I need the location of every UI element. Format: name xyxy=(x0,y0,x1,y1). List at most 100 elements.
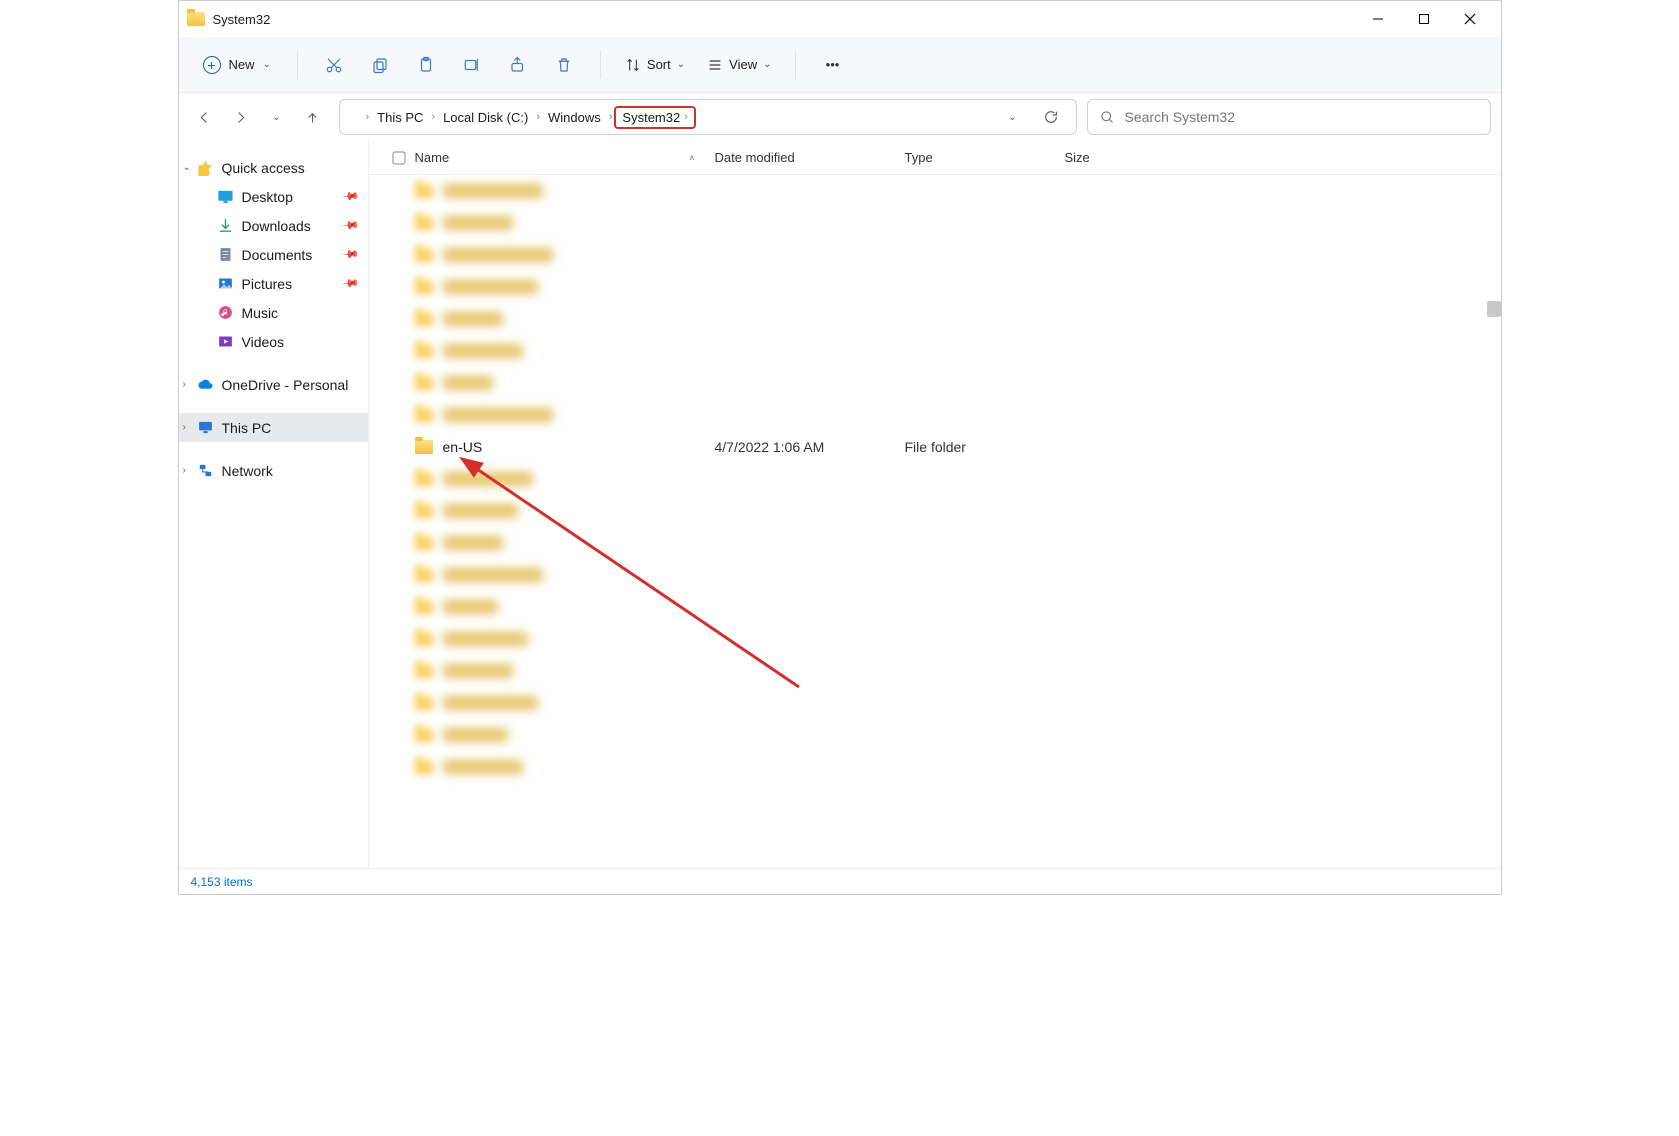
sidebar-item-music[interactable]: Music xyxy=(179,298,368,327)
address-folder-icon xyxy=(348,111,364,123)
rename-button[interactable] xyxy=(452,47,492,83)
column-size[interactable]: Size xyxy=(1065,150,1185,165)
download-icon xyxy=(217,217,234,234)
chevron-right-icon: › xyxy=(183,379,186,390)
sidebar: ⌄ Quick access Desktop 📌 Downloads 📌 Doc… xyxy=(179,141,369,868)
sidebar-quick-access[interactable]: ⌄ Quick access xyxy=(179,153,368,182)
sidebar-item-videos[interactable]: Videos xyxy=(179,327,368,356)
delete-button[interactable] xyxy=(544,47,584,83)
pictures-icon xyxy=(217,275,234,292)
column-name[interactable]: Name ˄ xyxy=(415,150,715,165)
blurred-row xyxy=(369,239,1501,271)
crumb-system32-highlighted[interactable]: System32 › xyxy=(614,106,695,129)
plus-icon: + xyxy=(203,56,221,74)
status-bar: 4,153 items xyxy=(179,868,1501,894)
blurred-row xyxy=(369,687,1501,719)
sidebar-item-documents[interactable]: Documents 📌 xyxy=(179,240,368,269)
recent-button[interactable]: ⌄ xyxy=(261,101,293,133)
blurred-row xyxy=(369,719,1501,751)
chevron-right-icon: › xyxy=(183,422,186,433)
copy-button[interactable] xyxy=(360,47,400,83)
column-label: Name xyxy=(415,150,450,165)
sidebar-item-downloads[interactable]: Downloads 📌 xyxy=(179,211,368,240)
sort-icon xyxy=(625,57,641,73)
crumb-separator: › xyxy=(536,111,540,123)
crumb-separator: › xyxy=(431,111,435,123)
crumb-label: Local Disk (C:) xyxy=(443,110,528,125)
forward-button[interactable] xyxy=(225,101,257,133)
view-button[interactable]: View ⌄ xyxy=(699,51,779,79)
blurred-row xyxy=(369,207,1501,239)
crumb-windows[interactable]: Windows xyxy=(542,106,607,129)
chevron-down-icon: ⌄ xyxy=(183,162,191,173)
sort-button[interactable]: Sort ⌄ xyxy=(617,51,693,79)
new-label: New xyxy=(229,57,255,72)
explorer-window: System32 + New ⌄ Sort xyxy=(178,0,1502,895)
blurred-row xyxy=(369,591,1501,623)
blurred-row xyxy=(369,623,1501,655)
sort-label: Sort xyxy=(647,57,671,72)
search-box[interactable] xyxy=(1087,99,1491,135)
blurred-row xyxy=(369,527,1501,559)
star-icon xyxy=(197,159,214,176)
blurred-row xyxy=(369,655,1501,687)
cloud-icon xyxy=(197,376,214,393)
chevron-down-icon: ⌄ xyxy=(677,59,685,70)
maximize-button[interactable] xyxy=(1401,3,1447,35)
sidebar-item-label: OneDrive - Personal xyxy=(222,377,349,393)
blurred-row xyxy=(369,463,1501,495)
sidebar-item-desktop[interactable]: Desktop 📌 xyxy=(179,182,368,211)
status-item-count: 4,153 items xyxy=(191,875,253,889)
close-button[interactable] xyxy=(1447,3,1493,35)
cut-button[interactable] xyxy=(314,47,354,83)
blurred-row xyxy=(369,335,1501,367)
pin-icon: 📌 xyxy=(341,216,360,235)
chevron-right-icon: › xyxy=(183,465,186,476)
file-row-en-us[interactable]: en-US 4/7/2022 1:06 AM File folder xyxy=(369,431,1501,463)
refresh-button[interactable] xyxy=(1034,102,1068,132)
nav-buttons: ⌄ xyxy=(189,101,329,133)
share-button[interactable] xyxy=(498,47,538,83)
crumb-this-pc[interactable]: This PC xyxy=(371,106,429,129)
window-title: System32 xyxy=(213,12,271,27)
chevron-down-icon: ⌄ xyxy=(263,59,271,70)
crumb-label: Windows xyxy=(548,110,601,125)
crumb-separator: › xyxy=(366,111,370,123)
column-date[interactable]: Date modified xyxy=(715,150,905,165)
select-all-checkbox[interactable] xyxy=(383,151,415,165)
back-button[interactable] xyxy=(189,101,221,133)
sidebar-item-pictures[interactable]: Pictures 📌 xyxy=(179,269,368,298)
minimize-button[interactable] xyxy=(1355,3,1401,35)
monitor-icon xyxy=(197,419,214,436)
search-input[interactable] xyxy=(1125,109,1478,125)
column-headers: Name ˄ Date modified Type Size xyxy=(369,141,1501,175)
scrollbar-thumb[interactable] xyxy=(1487,301,1501,317)
address-dropdown-button[interactable]: ⌄ xyxy=(996,102,1030,132)
up-button[interactable] xyxy=(297,101,329,133)
column-type[interactable]: Type xyxy=(905,150,1065,165)
sidebar-network[interactable]: › Network xyxy=(179,456,368,485)
crumb-local-disk[interactable]: Local Disk (C:) xyxy=(437,106,534,129)
file-list[interactable]: en-US 4/7/2022 1:06 AM File folder xyxy=(369,175,1501,868)
sidebar-this-pc[interactable]: › This PC xyxy=(179,413,368,442)
pin-icon: 📌 xyxy=(341,245,360,264)
sidebar-item-label: Desktop xyxy=(242,189,293,205)
sort-indicator-icon: ˄ xyxy=(689,153,694,163)
chevron-down-icon: ⌄ xyxy=(763,59,771,70)
address-bar[interactable]: › This PC › Local Disk (C:) › Windows › … xyxy=(339,99,1077,135)
more-button[interactable]: ••• xyxy=(812,47,852,83)
new-button[interactable]: + New ⌄ xyxy=(193,50,281,80)
column-label: Type xyxy=(905,150,933,165)
title-bar: System32 xyxy=(179,1,1501,37)
sidebar-onedrive[interactable]: › OneDrive - Personal xyxy=(179,370,368,399)
blurred-row xyxy=(369,399,1501,431)
sidebar-item-label: Network xyxy=(222,463,273,479)
blurred-row xyxy=(369,303,1501,335)
blurred-row xyxy=(369,175,1501,207)
search-icon xyxy=(1100,110,1115,125)
sidebar-item-label: This PC xyxy=(222,420,272,436)
paste-button[interactable] xyxy=(406,47,446,83)
desktop-icon xyxy=(217,188,234,205)
window-controls xyxy=(1355,3,1493,35)
folder-icon xyxy=(415,440,433,454)
